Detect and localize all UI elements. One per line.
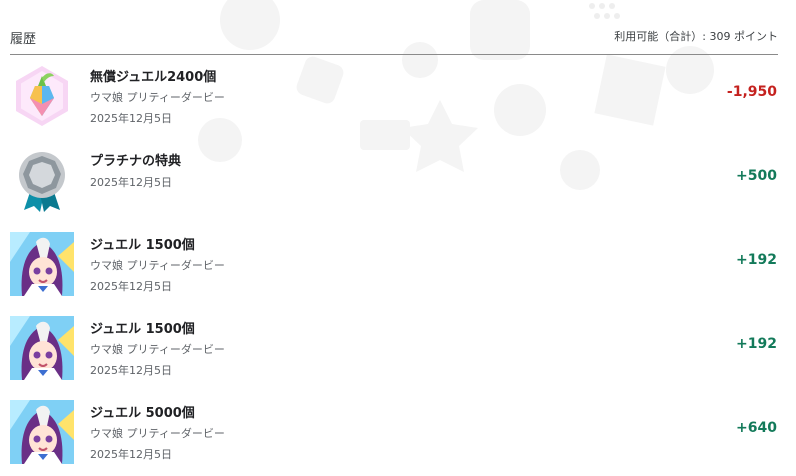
history-item[interactable]: ジュエル 1500個 ウマ娘 プリティーダービー 2025年12月5日 +192 (0, 308, 796, 392)
history-item[interactable]: プラチナの特典 2025年12月5日 +500 (0, 140, 796, 224)
history-header: 履歴 利用可能（合計）: 309 ポイント (10, 24, 778, 55)
item-name: ジュエル 1500個 (90, 322, 195, 337)
item-name: プラチナの特典 (90, 154, 182, 169)
jewel-icon (10, 64, 74, 128)
item-date: 2025年12月5日 (90, 176, 172, 189)
item-amount: +640 (736, 420, 777, 436)
history-list: 無償ジュエル2400個 ウマ娘 プリティーダービー 2025年12月5日 -1,… (0, 56, 796, 476)
item-date: 2025年12月5日 (90, 364, 172, 377)
item-amount: +192 (736, 336, 777, 352)
history-item[interactable]: ジュエル 5000個 ウマ娘 プリティーダービー 2025年12月5日 +640 (0, 392, 796, 476)
item-amount: -1,950 (726, 84, 777, 100)
history-item[interactable]: 無償ジュエル2400個 ウマ娘 プリティーダービー 2025年12月5日 -1,… (0, 56, 796, 140)
page-title: 履歴 (10, 32, 37, 47)
item-app-name: ウマ娘 プリティーダービー (90, 259, 225, 272)
item-app-name: ウマ娘 プリティーダービー (90, 427, 225, 440)
available-points: 利用可能（合計）: 309 ポイント (614, 30, 778, 43)
character-avatar (10, 232, 74, 296)
item-date: 2025年12月5日 (90, 112, 172, 125)
item-app-name: ウマ娘 プリティーダービー (90, 343, 225, 356)
item-date: 2025年12月5日 (90, 280, 172, 293)
item-date: 2025年12月5日 (90, 448, 172, 461)
item-app-name: ウマ娘 プリティーダービー (90, 91, 225, 104)
item-name: ジュエル 1500個 (90, 238, 195, 253)
history-item[interactable]: ジュエル 1500個 ウマ娘 プリティーダービー 2025年12月5日 +192 (0, 224, 796, 308)
platinum-badge-icon (10, 148, 74, 212)
character-avatar (10, 400, 74, 464)
item-amount: +192 (736, 252, 777, 268)
item-amount: +500 (736, 168, 777, 184)
item-name: 無償ジュエル2400個 (90, 70, 217, 85)
character-avatar (10, 316, 74, 380)
item-name: ジュエル 5000個 (90, 406, 195, 421)
